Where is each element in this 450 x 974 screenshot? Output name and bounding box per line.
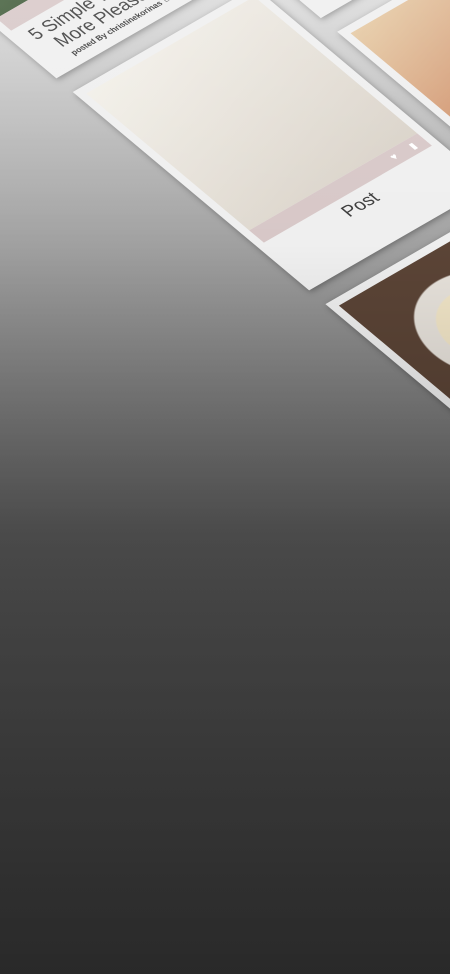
post-author[interactable]: [384, 226, 391, 232]
blog-collage-viewport: 5 Simple Ways to Add More Pleasure to...…: [0, 0, 450, 974]
post-category[interactable]: [387, 225, 394, 231]
heart-icon[interactable]: [388, 150, 405, 162]
bookmark-icon[interactable]: [407, 139, 424, 151]
post-category[interactable]: LIFESTYLE: [160, 0, 204, 4]
